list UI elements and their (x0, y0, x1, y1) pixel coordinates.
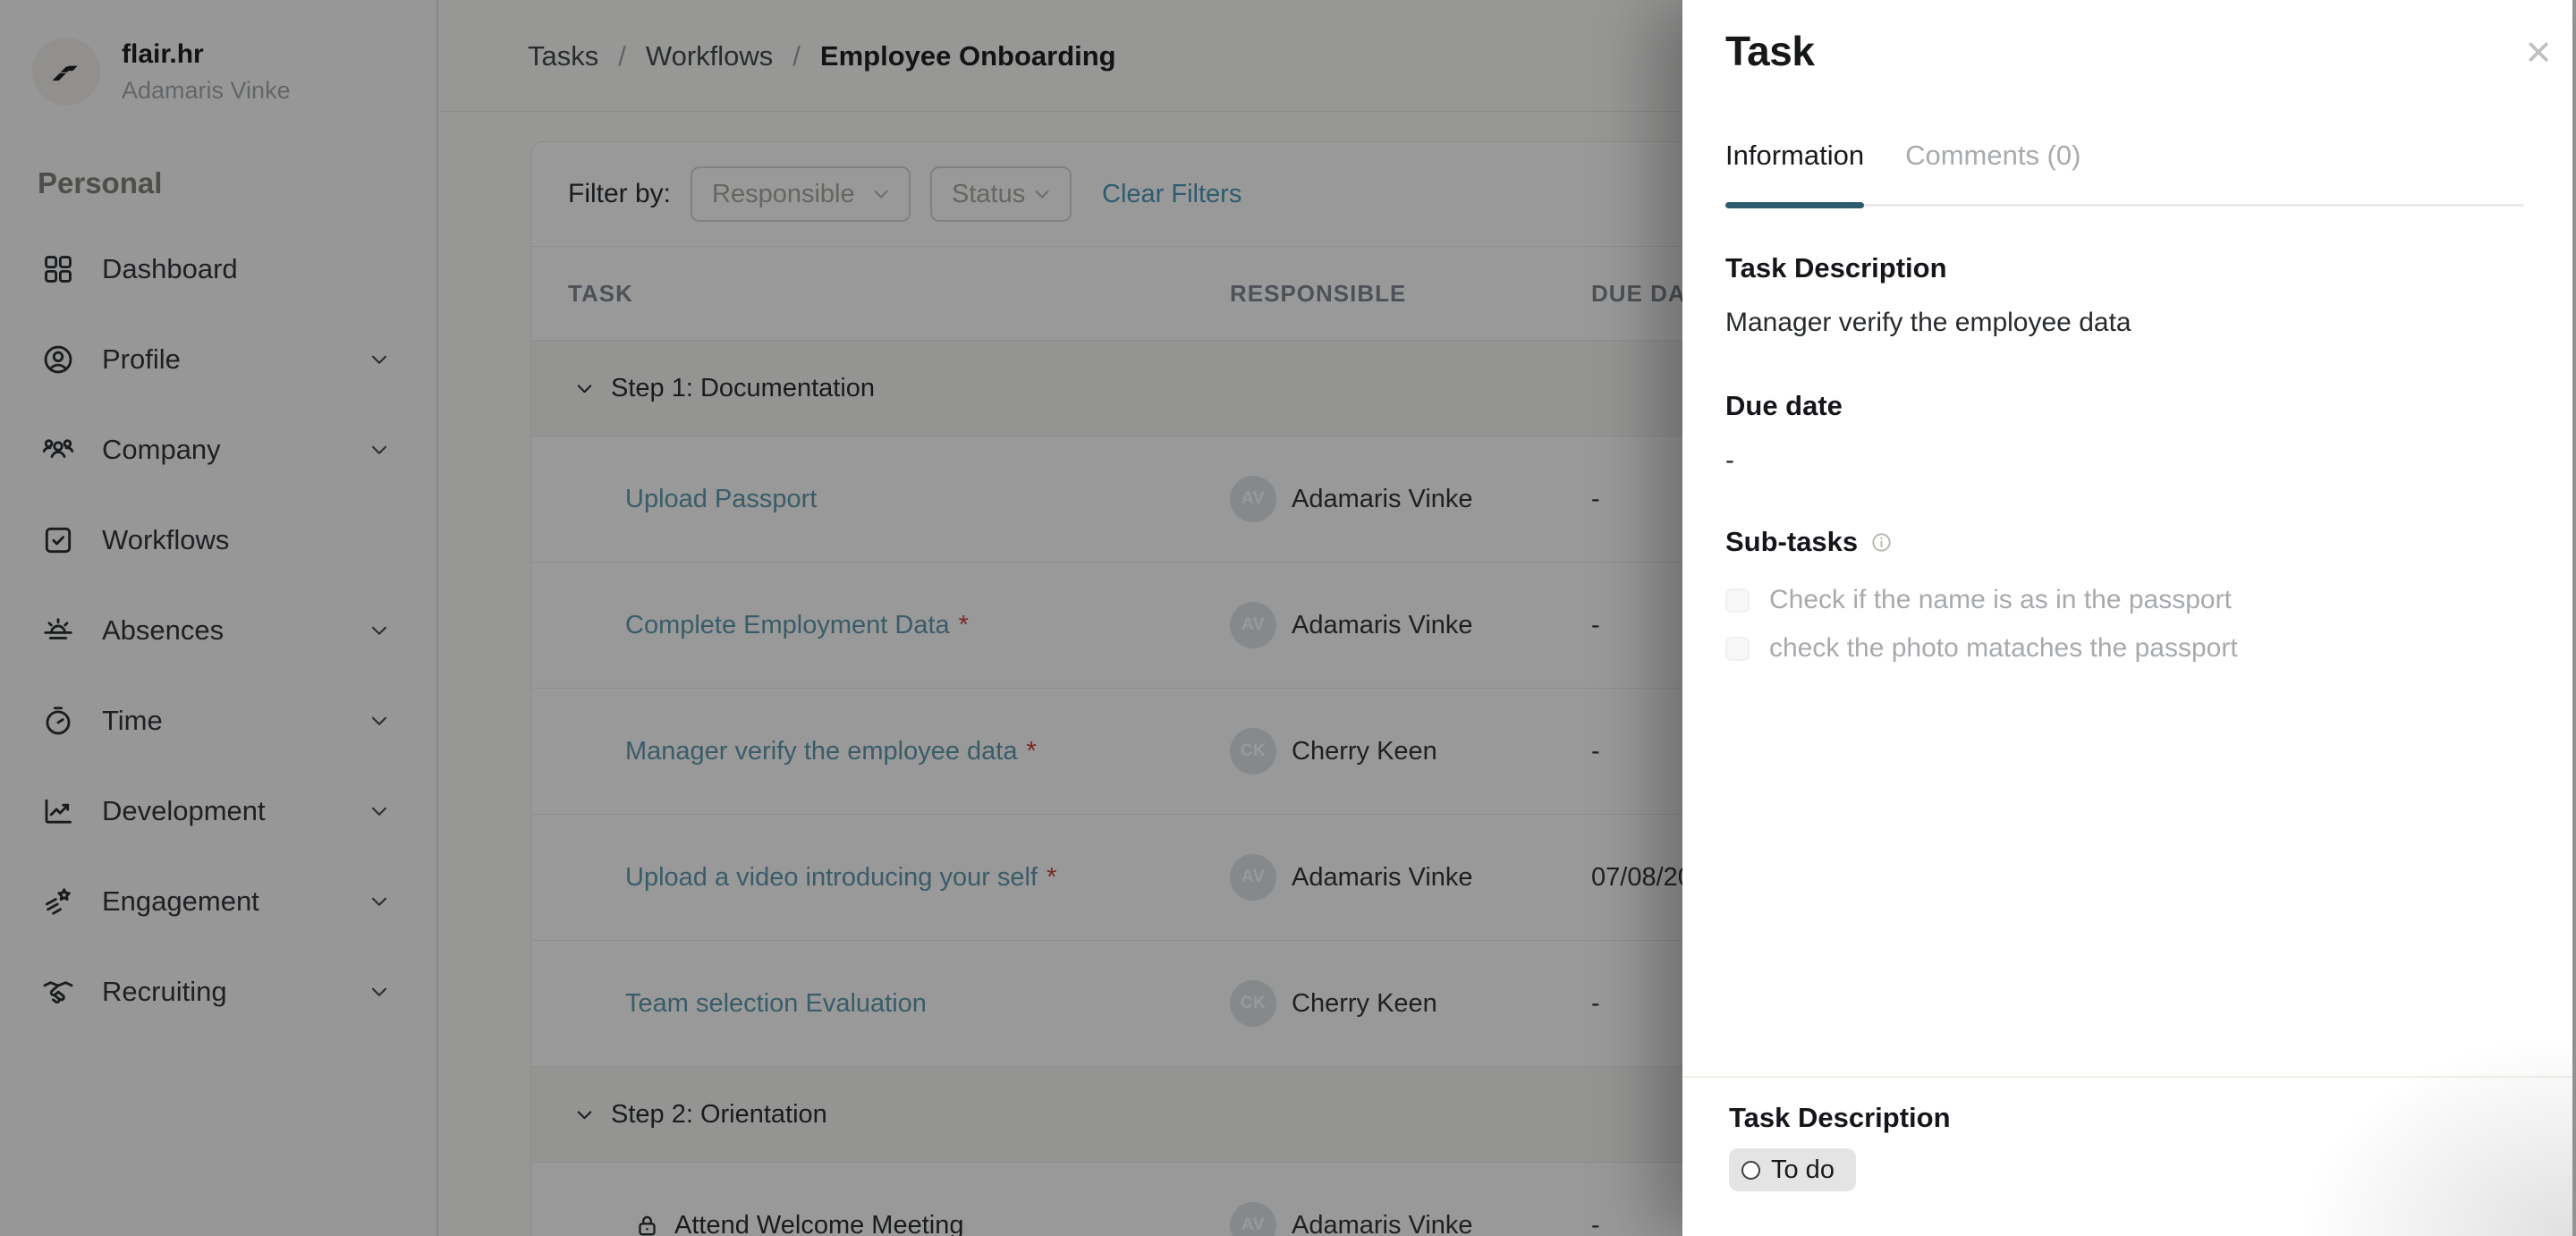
subtask-checkbox[interactable] (1725, 637, 1750, 661)
status-pill-label: To do (1771, 1156, 1835, 1185)
subtask-item: Check if the name is as in the passport (1725, 578, 2519, 622)
tabs-divider (1725, 204, 2524, 207)
task-detail-drawer: Task ✕ Information Comments (0) Task Desc… (1682, 0, 2572, 1236)
due-date-heading: Due date (1725, 390, 1843, 422)
drawer-footer-divider (1682, 1076, 2572, 1078)
radio-icon (1741, 1161, 1760, 1180)
subtask-checkbox[interactable] (1725, 588, 1750, 613)
tab-information[interactable]: Information (1725, 140, 1864, 172)
subtask-label: check the photo mataches the passport (1769, 633, 2238, 664)
tab-comments-0[interactable]: Comments (0) (1905, 140, 2080, 172)
subtask-label: Check if the name is as in the passport (1769, 585, 2232, 615)
task-description-value: Manager verify the employee data (1725, 308, 2131, 338)
active-tab-indicator (1725, 202, 1864, 208)
subtask-item: check the photo mataches the passport (1725, 626, 2519, 671)
drawer-corner-shadow (2304, 1039, 2572, 1236)
subtasks-heading: Sub-tasks (1725, 526, 1893, 558)
status-section-heading: Task Description (1729, 1102, 1951, 1134)
close-icon[interactable]: ✕ (2519, 34, 2558, 73)
subtask-list: Check if the name is as in the passport … (1725, 578, 2519, 671)
drawer-title: Task (1725, 27, 1814, 75)
drawer-tabs: Information Comments (0) (1725, 140, 2080, 172)
due-date-value: - (1725, 445, 1734, 476)
info-icon[interactable] (1870, 531, 1893, 554)
status-pill[interactable]: To do (1729, 1148, 1856, 1191)
task-description-heading: Task Description (1725, 252, 1947, 284)
subtasks-heading-label: Sub-tasks (1725, 526, 1858, 558)
